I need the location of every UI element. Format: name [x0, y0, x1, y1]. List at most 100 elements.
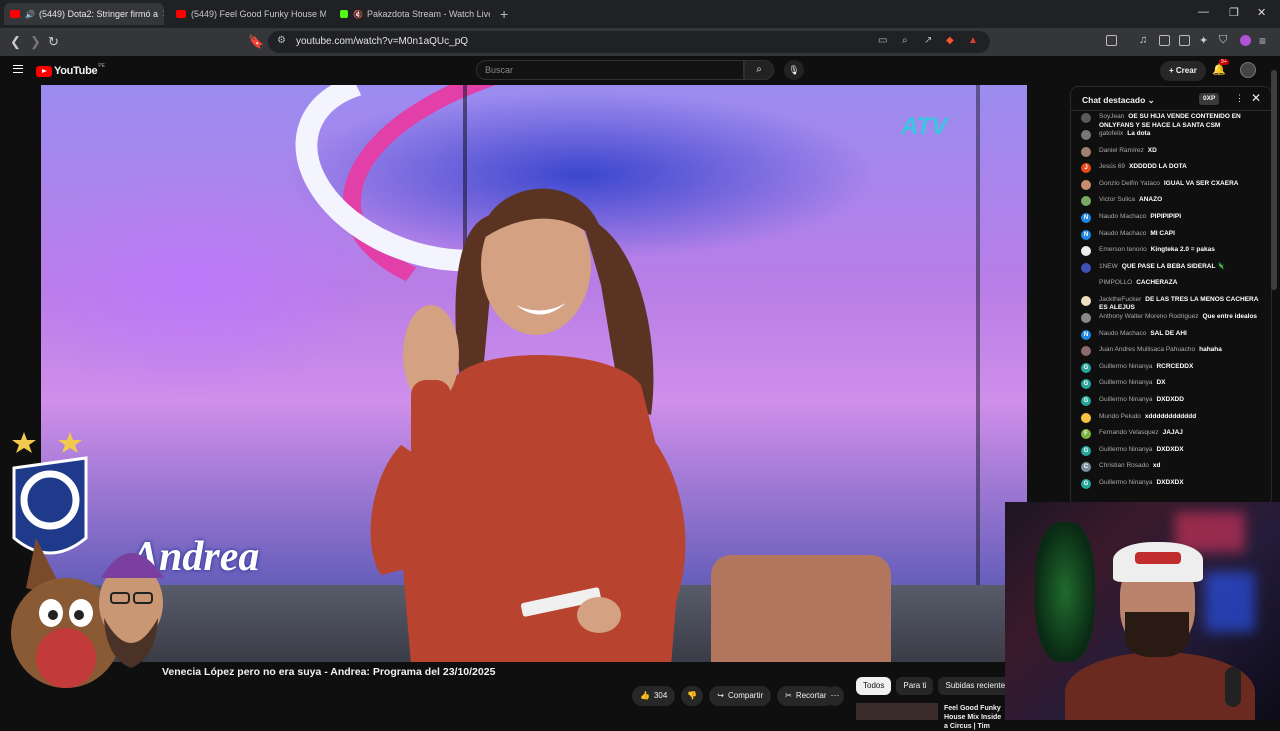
chat-message[interactable]: N Naudo Machaco SAL DE AHI	[1071, 329, 1271, 347]
chat-message[interactable]: G Guillermo Ninanya DXDXDD	[1071, 395, 1271, 413]
cast-icon[interactable]: ▭	[878, 35, 887, 46]
chat-message[interactable]: G Guillermo Ninanya RCRCEDDX	[1071, 362, 1271, 380]
chat-message[interactable]: Daniel Ramírez XD	[1071, 146, 1271, 164]
share-button[interactable]: ↪ Compartir	[709, 686, 772, 706]
chat-avatar[interactable]: N	[1081, 229, 1091, 240]
chat-author[interactable]: Anthony Walter Moreno Rodriguez	[1099, 313, 1198, 320]
chat-message[interactable]: 1NEW QUE PASE LA BEBA SIDERAL 🦎	[1071, 262, 1271, 280]
chat-avatar[interactable]: G	[1081, 379, 1091, 390]
chat-author[interactable]: SoyJean	[1099, 113, 1124, 120]
video-player[interactable]: ATV Andrea	[41, 85, 1027, 662]
chat-message[interactable]: G Guillermo Ninanya DXDXDX	[1071, 478, 1271, 496]
chat-avatar[interactable]	[1081, 295, 1091, 306]
vpn-icon[interactable]: ⛉	[1219, 34, 1227, 47]
chat-avatar[interactable]: N	[1081, 212, 1091, 223]
chat-avatar[interactable]: F	[1081, 429, 1091, 440]
chat-author[interactable]: Guillermo Ninanya	[1099, 479, 1152, 486]
chat-message[interactable]: JacktheFucker DE LAS TRES LA MENOS CACHER…	[1071, 295, 1271, 313]
sidebar-icon[interactable]	[1159, 35, 1170, 46]
chat-author[interactable]: Victor Sulica	[1099, 196, 1135, 203]
account-avatar[interactable]	[1240, 62, 1256, 78]
chat-avatar[interactable]: N	[1081, 329, 1091, 340]
chat-avatar[interactable]	[1081, 262, 1091, 273]
search-button[interactable]: ⌕	[744, 60, 774, 80]
create-button[interactable]: + Crear	[1160, 61, 1206, 81]
search-input[interactable]: Buscar	[476, 60, 744, 80]
chat-author[interactable]: PIMPOLLO	[1099, 279, 1132, 286]
chat-author[interactable]: Guillermo Ninanya	[1099, 396, 1152, 403]
chat-avatar[interactable]	[1081, 113, 1091, 123]
chat-avatar[interactable]	[1081, 179, 1091, 190]
chat-author[interactable]: Naudo Machaco	[1099, 330, 1146, 337]
dislike-button[interactable]: 👎	[681, 686, 704, 706]
chat-avatar[interactable]	[1081, 312, 1091, 323]
chat-author[interactable]: Guillermo Ninanya	[1099, 379, 1152, 386]
reload-icon[interactable]: ↻	[48, 34, 59, 50]
chat-message[interactable]: G Guillermo Ninanya DXDXDX	[1071, 445, 1271, 463]
chip-todos[interactable]: Todos	[856, 677, 892, 695]
chat-avatar[interactable]: J	[1081, 163, 1091, 174]
chat-message[interactable]: Mundo Peludo xdddddddddddd	[1071, 412, 1271, 430]
chat-close-icon[interactable]: ✕	[1251, 91, 1261, 105]
chat-author[interactable]: 1NEW	[1099, 263, 1118, 270]
chat-author[interactable]: Naudo Machaco	[1099, 213, 1146, 220]
chat-mode-dropdown[interactable]: Chat destacado ⌄	[1082, 95, 1155, 106]
brave-shield-icon[interactable]: ◆	[946, 35, 954, 46]
chat-avatar[interactable]	[1081, 279, 1091, 290]
chat-avatar[interactable]	[1081, 412, 1091, 423]
chat-message[interactable]: Anthony Walter Moreno Rodriguez Que entre…	[1071, 312, 1271, 330]
music-icon[interactable]: ♫	[1139, 34, 1147, 46]
site-info-icon[interactable]: ⚙	[277, 35, 286, 46]
browser-tab[interactable]: (5449) Feel Good Funky House Mix In	[170, 3, 326, 25]
chat-avatar[interactable]: G	[1081, 362, 1091, 373]
chat-message[interactable]: Juan Andres Mullisaca Pahuacho hahaha	[1071, 346, 1271, 363]
bookmark-icon[interactable]: 🔖	[248, 34, 264, 50]
tab-close-icon[interactable]: ✕	[158, 9, 164, 20]
chat-message[interactable]: G Guillermo Ninanya DX	[1071, 379, 1271, 396]
chat-avatar[interactable]	[1081, 130, 1091, 140]
chat-message[interactable]: J Jesús 69 XDDDDD LA DOTA	[1071, 163, 1271, 180]
chat-message[interactable]: SoyJean OE SU HIJA VENDE CONTENIDO EN ONL…	[1071, 113, 1271, 130]
chat-author[interactable]: Daniel Ramírez	[1099, 147, 1144, 154]
chat-message[interactable]: N Naudo Machaco MI CAPI	[1071, 229, 1271, 247]
chat-avatar[interactable]	[1081, 346, 1091, 357]
chat-author[interactable]: gatofelix	[1099, 130, 1123, 137]
share-icon[interactable]: ↗	[924, 35, 932, 46]
profile-extension-icon[interactable]	[1240, 35, 1251, 46]
new-tab-button[interactable]: +	[500, 6, 508, 22]
chat-message[interactable]: C Christian Rosado xd	[1071, 462, 1271, 479]
hamburger-menu-icon[interactable]	[13, 65, 23, 73]
recommendation-title[interactable]: Feel Good Funky House Mix Inside a Circu…	[944, 704, 1006, 731]
forward-arrow-icon[interactable]: ❯	[30, 34, 41, 50]
chat-message[interactable]: Victor Sulica ANAZO	[1071, 196, 1271, 213]
chat-message[interactable]: PIMPOLLO CACHERAZA	[1071, 279, 1271, 296]
more-actions-button[interactable]: ⋯	[826, 686, 844, 706]
zoom-icon[interactable]: ⌕	[902, 35, 908, 46]
chat-avatar[interactable]: C	[1081, 462, 1091, 473]
youtube-logo[interactable]: YouTube PE	[36, 63, 105, 77]
voice-search-button[interactable]: 🎙	[784, 60, 804, 80]
browser-tab-active[interactable]: 🔊 (5449) Dota2: Stringer firmó a ✕	[4, 3, 164, 25]
chip-para-ti[interactable]: Para ti	[896, 677, 934, 695]
minimize-button[interactable]: —	[1198, 6, 1209, 18]
chat-avatar[interactable]	[1081, 146, 1091, 157]
chat-author[interactable]: JacktheFucker	[1099, 296, 1141, 303]
chat-avatar[interactable]	[1081, 246, 1091, 257]
wallet-icon[interactable]	[1179, 35, 1190, 46]
chat-author[interactable]: Juan Andres Mullisaca Pahuacho	[1099, 346, 1195, 353]
chat-author[interactable]: Jesús 69	[1099, 163, 1125, 170]
chat-avatar[interactable]: G	[1081, 445, 1091, 456]
extension-icon[interactable]	[1106, 35, 1117, 46]
chat-message[interactable]: Gonzlo Delfín Yataco IGUAL VA SER CXAERA	[1071, 179, 1271, 197]
chat-message[interactable]: Emerson tenorio Kingteka 2.0 = pakas	[1071, 246, 1271, 263]
close-window-button[interactable]: ✕	[1257, 6, 1266, 19]
chat-author[interactable]: Christian Rosado	[1099, 462, 1149, 469]
chat-message[interactable]: gatofelix La dota	[1071, 130, 1271, 147]
chat-author[interactable]: Guillermo Ninanya	[1099, 446, 1152, 453]
menu-icon[interactable]: ≡	[1259, 34, 1266, 48]
brave-rewards-icon[interactable]: ▲	[968, 35, 978, 46]
restore-button[interactable]: ❐	[1229, 6, 1239, 19]
like-button[interactable]: 👍 304	[632, 686, 676, 706]
chat-message[interactable]: F Fernando Velasquez JAJAJ	[1071, 429, 1271, 446]
leo-ai-icon[interactable]: ✦	[1199, 34, 1208, 47]
